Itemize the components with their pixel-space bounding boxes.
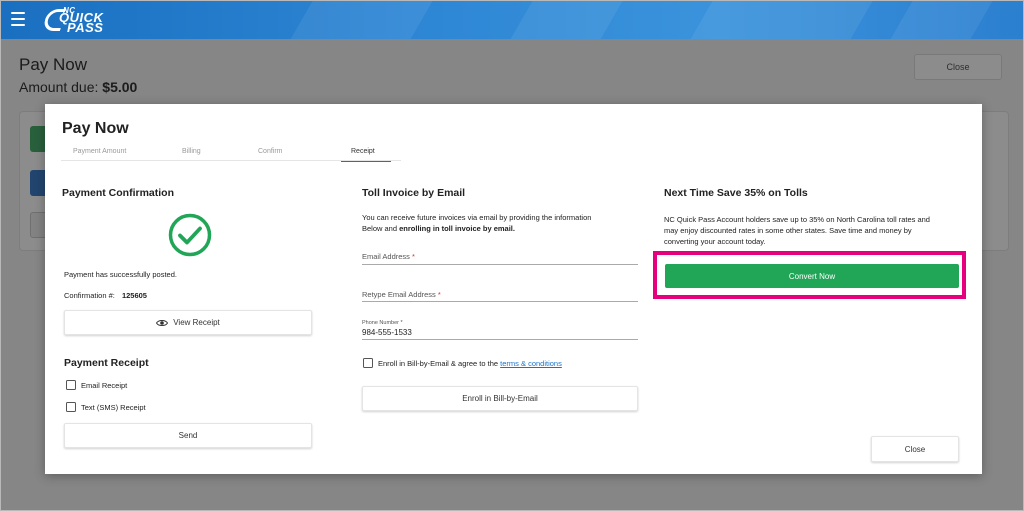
- save-tolls-description-3: converting your account today.: [664, 237, 766, 246]
- payment-success-message: Payment has successfully posted.: [64, 270, 177, 279]
- confirmation-number-value: 125605: [121, 291, 147, 300]
- tab-billing[interactable]: Billing: [182, 148, 201, 155]
- enroll-bill-by-email-button[interactable]: Enroll in Bill-by-Email: [362, 386, 638, 411]
- confirmation-number: Confirmation #: 125605: [64, 291, 147, 300]
- email-receipt-label: Email Receipt: [81, 381, 128, 390]
- check-circle-icon: [168, 213, 212, 257]
- modal-title: Pay Now: [62, 120, 129, 137]
- send-receipt-button[interactable]: Send: [64, 423, 312, 448]
- retype-email-underline: [362, 301, 638, 302]
- view-receipt-button[interactable]: View Receipt: [64, 310, 312, 335]
- save-tolls-description-2: may enjoy discounted rates in some other…: [664, 226, 912, 235]
- email-address-underline: [362, 264, 638, 265]
- email-address-field[interactable]: Email Address *: [362, 252, 415, 261]
- enroll-bill-by-email-checkbox[interactable]: [363, 358, 373, 368]
- hamburger-menu-icon[interactable]: [11, 12, 25, 26]
- nc-quick-pass-logo[interactable]: NC QUICK PASS: [42, 6, 125, 34]
- payment-receipt-heading: Payment Receipt: [64, 357, 149, 369]
- eye-icon: [156, 319, 169, 326]
- toll-invoice-heading: Toll Invoice by Email: [362, 187, 466, 199]
- tab-confirm[interactable]: Confirm: [258, 148, 283, 155]
- phone-number-underline: [362, 339, 638, 340]
- modal-close-button[interactable]: Close: [871, 436, 959, 462]
- toll-invoice-description-2: Below and enrolling in toll invoice by e…: [362, 224, 515, 233]
- terms-conditions-link[interactable]: terms & conditions: [500, 359, 562, 368]
- screen: NC QUICK PASS Pay Now Amount due: $5.00 …: [0, 0, 1024, 511]
- email-receipt-checkbox[interactable]: [66, 380, 76, 390]
- tabs-divider: [61, 160, 401, 161]
- save-tolls-description: NC Quick Pass Account holders save up to…: [664, 215, 930, 224]
- phone-number-input[interactable]: 984-555-1533: [362, 328, 412, 337]
- tab-receipt[interactable]: Receipt: [351, 148, 375, 155]
- payment-confirmation-heading: Payment Confirmation: [62, 187, 175, 199]
- enroll-bill-by-email-label: Enroll in Bill-by-Email & agree to the t…: [378, 359, 562, 368]
- sms-receipt-checkbox[interactable]: [66, 402, 76, 412]
- pay-now-modal: Pay Now Payment Amount Billing Confirm R…: [45, 104, 982, 474]
- save-tolls-heading: Next Time Save 35% on Tolls: [664, 187, 808, 199]
- tab-payment-amount[interactable]: Payment Amount: [73, 148, 126, 155]
- retype-email-field[interactable]: Retype Email Address *: [362, 290, 441, 299]
- convert-now-button[interactable]: Convert Now: [665, 264, 959, 288]
- toll-invoice-description: You can receive future invoices via emai…: [362, 213, 592, 222]
- sms-receipt-label: Text (SMS) Receipt: [81, 403, 146, 412]
- phone-number-label: Phone Number *: [362, 320, 403, 326]
- top-bar: NC QUICK PASS: [1, 1, 1023, 39]
